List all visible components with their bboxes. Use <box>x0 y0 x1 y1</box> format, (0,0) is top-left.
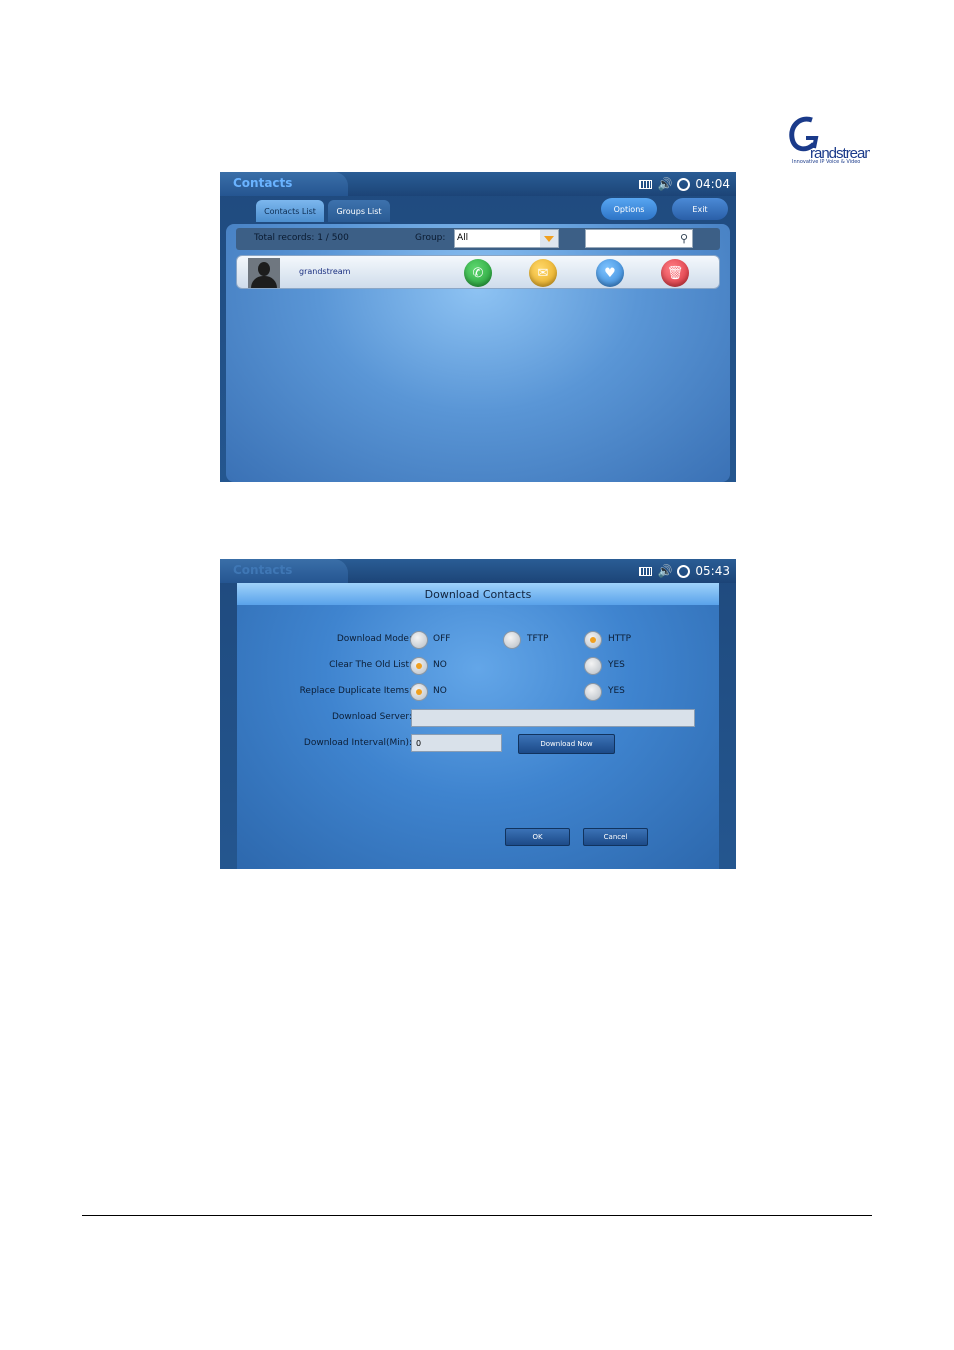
mode-tftp-radio[interactable] <box>503 631 521 649</box>
grandstream-logo: randstream Innovative IP Voice & Video <box>786 114 877 170</box>
status-bar: 🔊 04:04 <box>639 176 730 192</box>
interval-input[interactable]: 0 <box>411 734 502 752</box>
footer-rule <box>82 1215 872 1216</box>
interval-label: Download Interval(Min): <box>303 738 412 748</box>
top-bar: Contacts 🔊 04:04 <box>220 172 736 196</box>
download-now-button[interactable]: Download Now <box>518 734 615 754</box>
mode-off-radio[interactable] <box>410 631 428 649</box>
server-input[interactable] <box>411 709 695 727</box>
status-ring-icon <box>677 564 691 578</box>
download-contacts-dialog: Download Contacts Download Mode: OFF TFT… <box>237 583 719 869</box>
clear-yes-radio[interactable] <box>584 657 602 675</box>
clear-no-radio[interactable] <box>410 657 428 675</box>
server-label: Download Server: <box>332 712 412 722</box>
message-icon[interactable]: ✉ <box>529 259 557 287</box>
replace-dup-label: Replace Duplicate Items: <box>299 686 412 696</box>
speaker-icon[interactable]: 🔊 <box>657 564 672 578</box>
records-bar: Total records: 1 / 500 Group: All ⚲ <box>236 228 720 250</box>
status-ring-icon <box>677 177 691 191</box>
speaker-icon[interactable]: 🔊 <box>657 177 672 191</box>
status-bar: 🔊 05:43 <box>639 563 730 579</box>
call-icon[interactable]: ✆ <box>464 259 492 287</box>
title-tab: Contacts <box>220 559 348 583</box>
title-tab: Contacts <box>220 172 348 196</box>
delete-icon[interactable]: 🗑 <box>661 259 689 287</box>
group-label: Group: <box>415 233 446 243</box>
dropdown-arrow-icon[interactable] <box>540 230 558 247</box>
mode-http-label: HTTP <box>608 634 632 644</box>
favorite-add-icon[interactable]: ♥ <box>596 259 624 287</box>
search-icon[interactable]: ⚲ <box>680 232 688 245</box>
tab-contacts-list[interactable]: Contacts List <box>256 200 324 222</box>
download-contacts-screenshot: Contacts 🔊 05:43 Download Contacts Downl… <box>220 559 736 869</box>
contact-name[interactable]: grandstream <box>299 267 350 276</box>
mode-tftp-label: TFTP <box>527 634 549 644</box>
avatar <box>248 258 280 288</box>
group-select[interactable]: All <box>454 229 559 248</box>
tab-groups-list[interactable]: Groups List <box>328 200 390 222</box>
top-bar: Contacts 🔊 05:43 <box>220 559 736 583</box>
dialog-title: Download Contacts <box>237 583 719 605</box>
total-records: Total records: 1 / 500 <box>254 233 349 243</box>
mode-off-label: OFF <box>433 634 451 644</box>
logo-graphic: randstream <box>789 116 877 162</box>
download-mode-label: Download Mode: <box>336 634 412 644</box>
keyboard-icon[interactable] <box>639 179 653 189</box>
clock: 05:43 <box>695 564 730 578</box>
clear-no-label: NO <box>433 660 447 670</box>
logo-tagline: Innovative IP Voice & Video <box>792 159 861 165</box>
interval-value: 0 <box>416 739 422 748</box>
clock: 04:04 <box>695 177 730 191</box>
replace-yes-label: YES <box>608 686 625 696</box>
clear-yes-label: YES <box>608 660 625 670</box>
exit-button[interactable]: Exit <box>672 198 728 220</box>
contacts-list-screenshot: Contacts 🔊 04:04 Contacts List Groups Li… <box>220 172 736 482</box>
mode-http-radio[interactable] <box>584 631 602 649</box>
group-select-value: All <box>457 233 469 243</box>
replace-no-label: NO <box>433 686 447 696</box>
app-title: Contacts <box>233 176 293 190</box>
keyboard-icon[interactable] <box>639 566 653 576</box>
options-button[interactable]: Options <box>601 198 657 220</box>
replace-yes-radio[interactable] <box>584 683 602 701</box>
search-input[interactable]: ⚲ <box>585 229 693 248</box>
clear-old-label: Clear The Old List: <box>329 660 412 670</box>
replace-no-radio[interactable] <box>410 683 428 701</box>
cancel-button[interactable]: Cancel <box>583 828 648 846</box>
app-title: Contacts <box>233 563 293 577</box>
ok-button[interactable]: OK <box>505 828 570 846</box>
contact-row[interactable]: grandstream ✆ ✉ ♥ 🗑 <box>236 255 720 289</box>
